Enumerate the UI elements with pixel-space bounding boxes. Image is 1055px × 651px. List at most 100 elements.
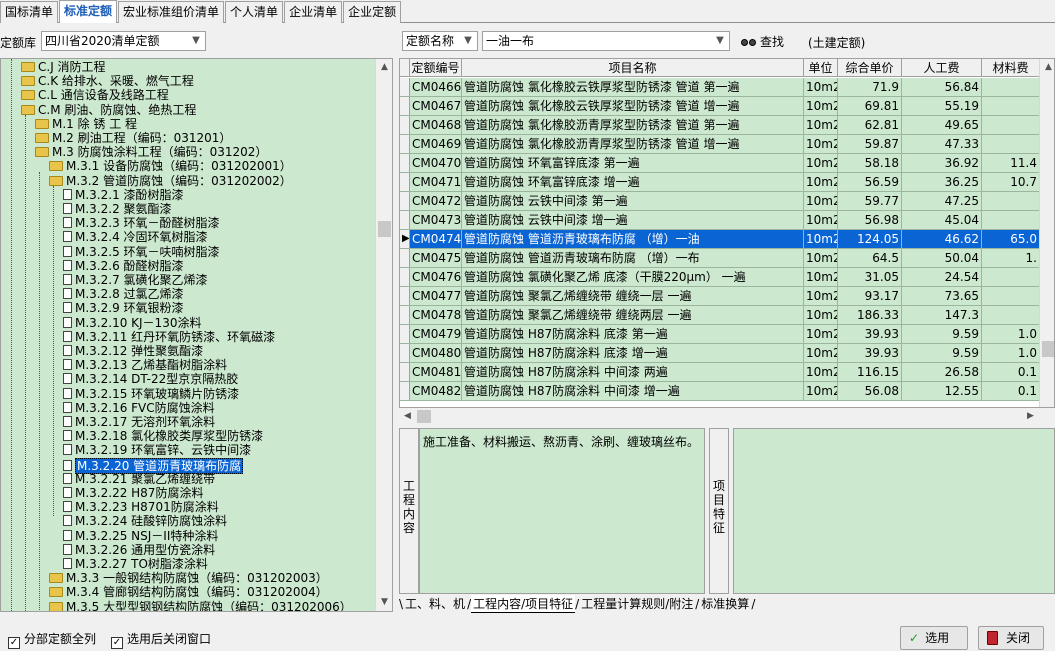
- tree-item[interactable]: M.3.2.22 H87防腐涂料: [63, 486, 203, 500]
- table-row[interactable]: CM0470 管道防腐蚀 环氧富锌底漆 第一遍 10m2 58.18 36.92 11.4: [400, 154, 1054, 173]
- tree-item-label: M.3.2.8 过氯乙烯漆: [75, 287, 184, 302]
- tree-item[interactable]: M.3 防腐蚀涂料工程（编码：031202）: [35, 145, 267, 159]
- table-row[interactable]: CM0479 管道防腐蚀 H87防腐涂料 底漆 第一遍 10m2 39.93 9.59 1…: [400, 325, 1054, 344]
- tree-item[interactable]: M.3.2.24 硅酸锌防腐蚀涂料: [63, 514, 227, 528]
- table-row[interactable]: CM0466 管道防腐蚀 氯化橡胶云铁厚浆型防锈漆 管道 第一遍 10m2 71.9 5…: [400, 78, 1054, 97]
- tree-item[interactable]: M.3.5 大型型钢钢结构防腐蚀（编码：031202006）: [49, 600, 352, 611]
- tree-item[interactable]: M.3.2.16 FVC防腐蚀涂料: [63, 401, 215, 415]
- tree-item[interactable]: M.3.2.7 氯磺化聚乙烯漆: [63, 273, 208, 287]
- table-row[interactable]: CM0482 管道防腐蚀 H87防腐涂料 中间漆 增一遍 10m2 56.08 12.5…: [400, 382, 1054, 401]
- tree-item[interactable]: M.3.2.20 管道沥青玻璃布防腐: [63, 457, 244, 474]
- scroll-up-icon[interactable]: ▲: [376, 59, 392, 76]
- tree-item[interactable]: M.3.2.1 漆酚树脂漆: [63, 188, 184, 202]
- chevron-down-icon[interactable]: ▼: [461, 33, 475, 49]
- tree-item[interactable]: M.3.2.21 聚氯乙烯缠绕带: [63, 472, 215, 486]
- scroll-left-icon[interactable]: ◀: [399, 408, 416, 425]
- scroll-down-icon[interactable]: ▼: [376, 594, 392, 611]
- tree-item[interactable]: M.3.2.5 环氧－呋喃树脂漆: [63, 245, 220, 259]
- column-header[interactable]: 单位: [804, 59, 838, 77]
- tree-item[interactable]: M.3.2.13 乙烯基酯树脂涂料: [63, 358, 227, 372]
- scroll-thumb[interactable]: [378, 221, 391, 237]
- tree-item[interactable]: C.M 刷油、防腐蚀、绝热工程: [21, 103, 196, 117]
- tab-4[interactable]: 企业清单: [284, 1, 343, 23]
- tab-3[interactable]: 个人清单: [225, 1, 284, 23]
- chevron-down-icon[interactable]: ▼: [713, 33, 727, 49]
- tree-item[interactable]: M.2 刷油工程（编码：031201）: [35, 131, 231, 145]
- column-header[interactable]: 人工费: [902, 59, 982, 77]
- tree-item[interactable]: M.3.2.11 红丹环氧防锈漆、环氧磁漆: [63, 330, 275, 344]
- column-header[interactable]: 综合单价: [838, 59, 902, 77]
- tree-item[interactable]: C.J 消防工程: [21, 60, 106, 74]
- table-row[interactable]: CM0469 管道防腐蚀 氯化橡胶沥青厚浆型防锈漆 管道 增一遍 10m2 59.87…: [400, 135, 1054, 154]
- table-row[interactable]: CM0467 管道防腐蚀 氯化橡胶云铁厚浆型防锈漆 管道 增一遍 10m2 69.81…: [400, 97, 1054, 116]
- table-row[interactable]: CM0477 管道防腐蚀 聚氯乙烯缠绕带 缠绕一层 一遍 10m2 93.17 73.6…: [400, 287, 1054, 306]
- work-content-box[interactable]: 施工准备、材料搬运、熬沥青、涂刷、缠玻璃丝布。: [419, 428, 705, 594]
- detail-tab-1[interactable]: 工程内容/项目特征: [471, 595, 576, 613]
- tree-item[interactable]: M.3.2.6 酚醛树脂漆: [63, 259, 184, 273]
- tab-1[interactable]: 标准定额: [59, 0, 118, 23]
- chevron-down-icon[interactable]: ▼: [189, 33, 203, 49]
- show-all-checkbox[interactable]: ✓ 分部定额全列: [8, 630, 96, 649]
- tab-0[interactable]: 国标清单: [0, 1, 59, 23]
- tree-item[interactable]: M.3.2.14 DT-22型京京隔热胶: [63, 372, 238, 386]
- table-row[interactable]: CM0468 管道防腐蚀 氯化橡胶沥青厚浆型防锈漆 管道 第一遍 10m2 62.81…: [400, 116, 1054, 135]
- tree-item[interactable]: M.3.2.18 氯化橡胶类厚浆型防锈漆: [63, 429, 263, 443]
- tree-item[interactable]: M.3.2.4 冷固环氧树脂漆: [63, 230, 208, 244]
- checkbox-checked-icon[interactable]: ✓: [8, 637, 20, 649]
- tree-item[interactable]: M.3.4 管廊钢结构防腐蚀（编码：031202004）: [49, 585, 328, 599]
- tree-item[interactable]: M.3.2 管道防腐蚀（编码：031202002）: [49, 174, 292, 188]
- scroll-right-icon[interactable]: ▶: [1022, 408, 1039, 425]
- tree-item[interactable]: M.3.2.26 通用型仿瓷涂料: [63, 543, 215, 557]
- tree-item[interactable]: M.3.2.9 环氧银粉漆: [63, 301, 184, 315]
- select-button[interactable]: ✓ 选用: [900, 626, 968, 650]
- table-row[interactable]: ▶ CM0474 管道防腐蚀 管道沥青玻璃布防腐 （增）一油 10m2 124.05 46…: [400, 230, 1054, 249]
- checkbox-checked-icon[interactable]: ✓: [111, 637, 123, 649]
- grid-scrollbar[interactable]: ▲: [1039, 59, 1054, 407]
- tree-item[interactable]: M.1 除 锈 工 程: [35, 117, 137, 131]
- table-row[interactable]: CM0475 管道防腐蚀 管道沥青玻璃布防腐 （增）一布 10m2 64.5 50.04…: [400, 249, 1054, 268]
- close-button[interactable]: 关闭: [978, 626, 1044, 650]
- tree-item[interactable]: M.3.2.3 环氧－酚醛树脂漆: [63, 216, 220, 230]
- search-input[interactable]: 一油一布 ▼: [482, 31, 730, 51]
- tree-item[interactable]: M.3.1 设备防腐蚀（编码：031202001）: [49, 159, 292, 173]
- tree-item[interactable]: M.3.2.15 环氧玻璃鳞片防锈漆: [63, 387, 239, 401]
- detail-tab-0[interactable]: 工、料、机: [403, 595, 467, 612]
- tree-item[interactable]: M.3.2.2 聚氨酯漆: [63, 202, 172, 216]
- library-select[interactable]: 四川省2020清单定额 ▼: [41, 31, 206, 51]
- table-row[interactable]: CM0471 管道防腐蚀 环氧富锌底漆 增一遍 10m2 56.59 36.25 10.7: [400, 173, 1054, 192]
- tree-item[interactable]: M.3.2.10 KJ－130涂料: [63, 316, 201, 330]
- feature-box[interactable]: [733, 428, 1055, 594]
- detail-tab-2[interactable]: 工程量计算规则/附注: [579, 595, 695, 612]
- tree-item[interactable]: M.3.2.17 无溶剂环氧涂料: [63, 415, 215, 429]
- close-after-select-checkbox[interactable]: ✓ 选用后关闭窗口: [111, 630, 211, 649]
- tree-scrollbar[interactable]: ▲ ▼: [375, 59, 392, 611]
- find-button[interactable]: 查找: [741, 33, 784, 50]
- scroll-thumb[interactable]: [417, 410, 431, 423]
- table-row[interactable]: CM0478 管道防腐蚀 聚氯乙烯缠绕带 缠绕两层 一遍 10m2 186.33 147…: [400, 306, 1054, 325]
- field-select[interactable]: 定额名称 ▼: [402, 31, 478, 51]
- tab-2[interactable]: 宏业标准组价清单: [118, 1, 225, 23]
- tree-item[interactable]: M.3.2.8 过氯乙烯漆: [63, 287, 184, 301]
- tab-5[interactable]: 企业定额: [343, 1, 402, 23]
- column-header[interactable]: 定额编号: [410, 59, 462, 77]
- table-row[interactable]: CM0472 管道防腐蚀 云铁中间漆 第一遍 10m2 59.77 47.25: [400, 192, 1054, 211]
- tree-item[interactable]: M.3.2.19 环氧富锌、云铁中间漆: [63, 443, 251, 457]
- scroll-thumb[interactable]: [1042, 341, 1054, 357]
- category-tree[interactable]: C.J 消防工程 C.K 给排水、采暖、燃气工程 C.L 通信设备及线路工程 C.M …: [0, 58, 393, 612]
- tree-item[interactable]: M.3.2.25 NSJ－II特种涂料: [63, 529, 218, 543]
- tree-item[interactable]: M.3.2.23 H8701防腐涂料: [63, 500, 219, 514]
- detail-tab-3[interactable]: 标准换算: [699, 595, 751, 612]
- tree-item[interactable]: M.3.2.12 弹性聚氨酯漆: [63, 344, 203, 358]
- table-row[interactable]: CM0473 管道防腐蚀 云铁中间漆 增一遍 10m2 56.98 45.04: [400, 211, 1054, 230]
- tree-item[interactable]: M.3.3 一般钢结构防腐蚀（编码：031202003）: [49, 571, 328, 585]
- tree-item[interactable]: M.3.2.27 TO树脂漆涂料: [63, 557, 208, 571]
- scroll-up-icon[interactable]: ▲: [1040, 59, 1054, 76]
- column-header[interactable]: 材料费: [982, 59, 1040, 77]
- table-row[interactable]: CM0480 管道防腐蚀 H87防腐涂料 底漆 增一遍 10m2 39.93 9.59 1…: [400, 344, 1054, 363]
- tree-item[interactable]: C.L 通信设备及线路工程: [21, 88, 169, 102]
- tree-item[interactable]: C.K 给排水、采暖、燃气工程: [21, 74, 194, 88]
- table-row[interactable]: CM0481 管道防腐蚀 H87防腐涂料 中间漆 两遍 10m2 116.15 26.5…: [400, 363, 1054, 382]
- column-header[interactable]: 项目名称: [462, 59, 804, 77]
- grid-hscrollbar[interactable]: ◀ ▶: [399, 408, 1039, 425]
- table-row[interactable]: CM0476 管道防腐蚀 氯磺化聚乙烯 底漆（干膜220μm） 一遍 10m2 31.…: [400, 268, 1054, 287]
